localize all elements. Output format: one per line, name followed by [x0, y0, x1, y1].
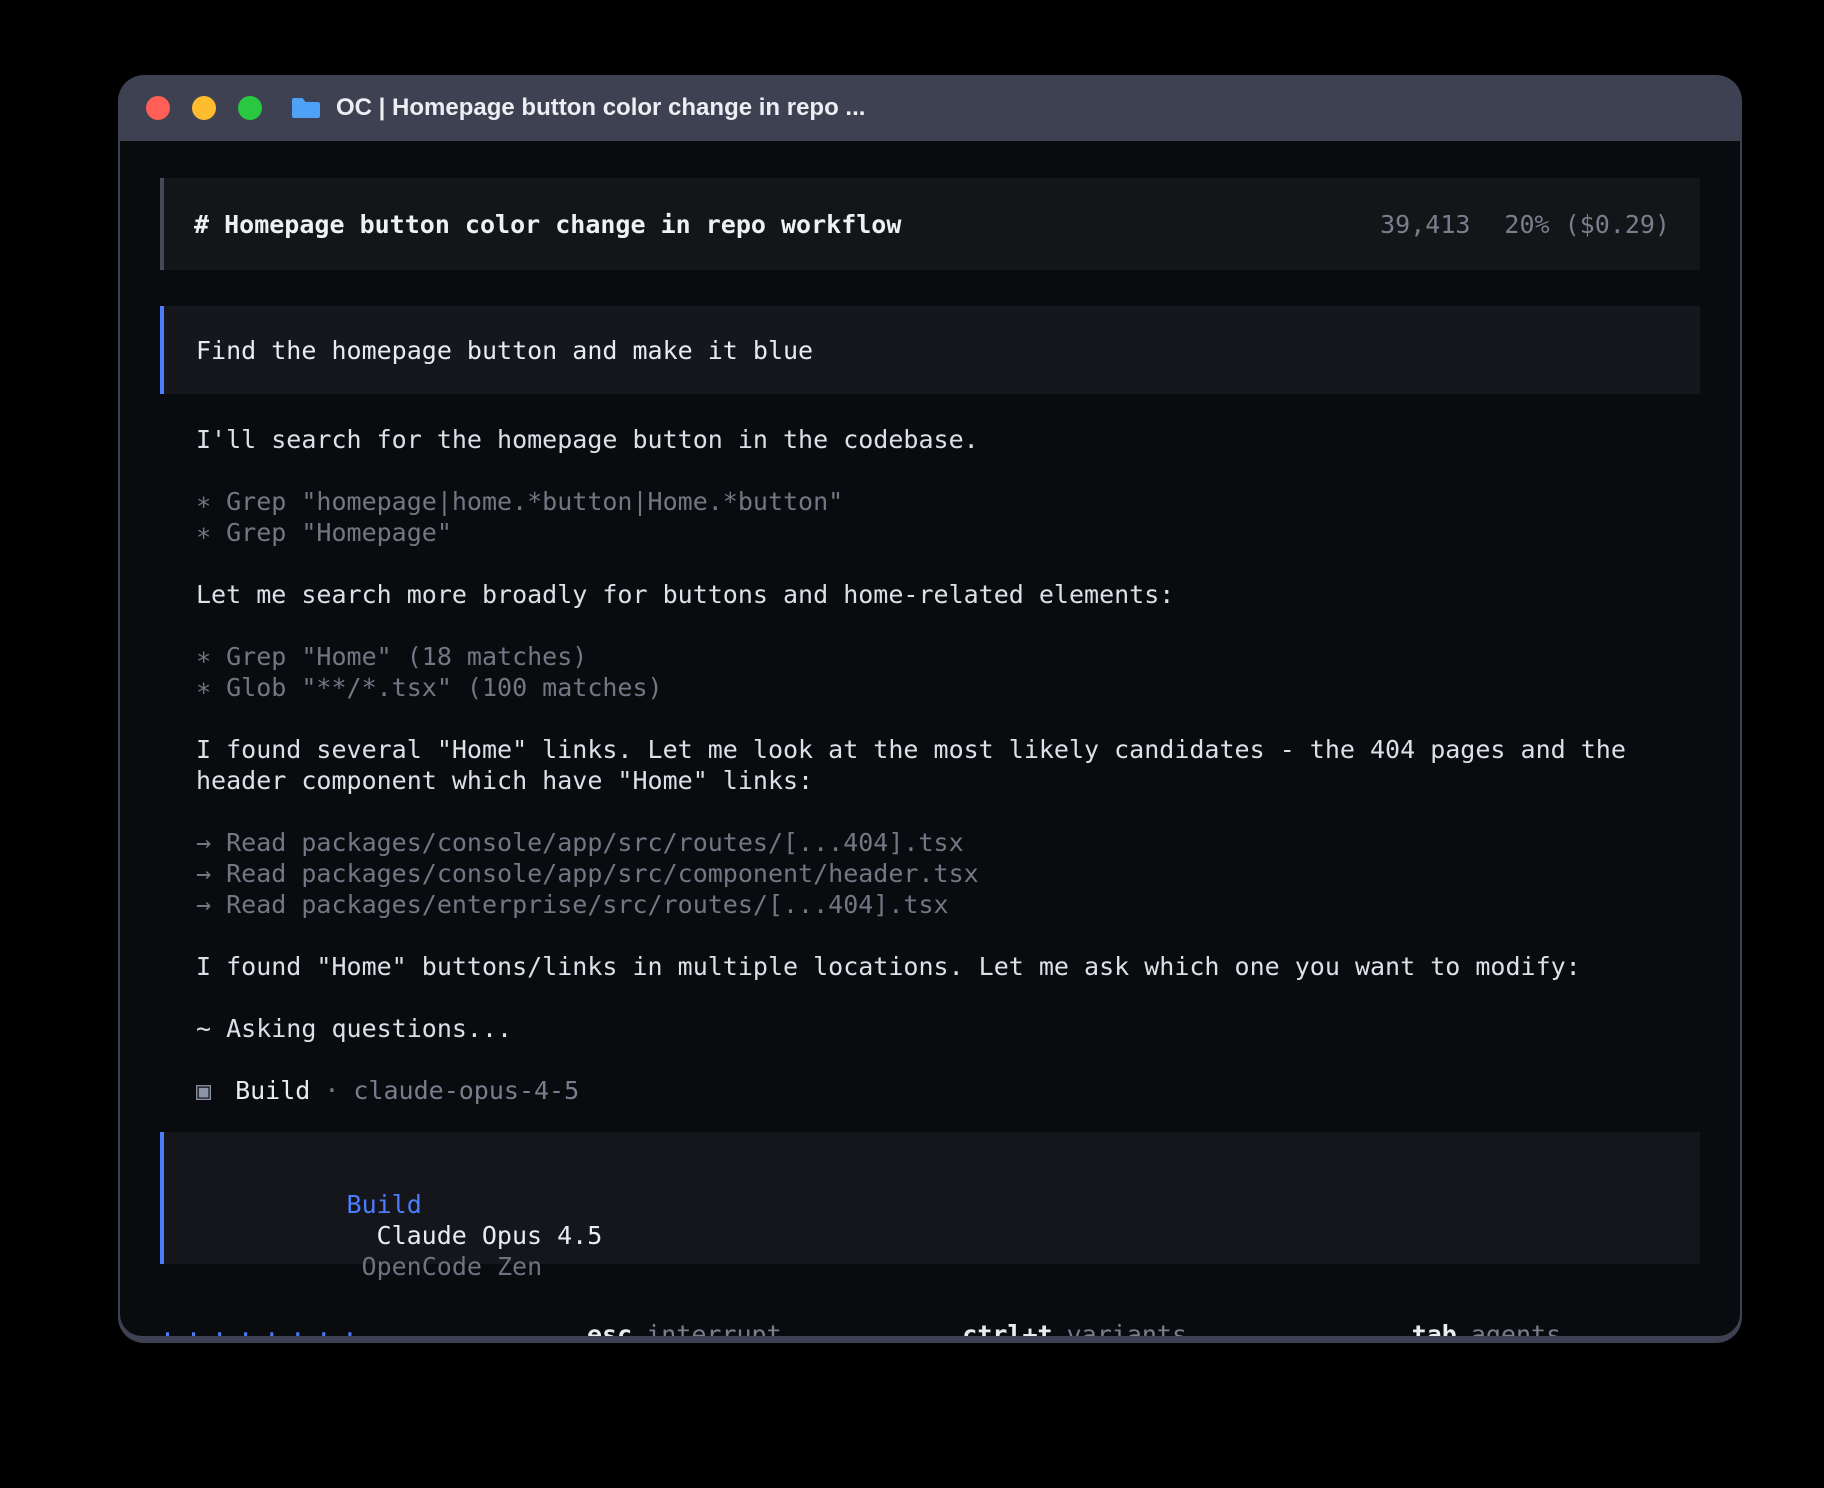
tool-call-read: → Read packages/enterprise/src/routes/[.…: [196, 889, 1700, 920]
provider-label: OpenCode Zen: [362, 1252, 543, 1281]
desktop: OC | Homepage button color change in rep…: [0, 0, 1824, 1488]
zoom-button[interactable]: [238, 96, 262, 120]
hint-key: esc: [587, 1320, 632, 1336]
window-title-group: OC | Homepage button color change in rep…: [290, 94, 865, 122]
hint-variants: ctrl+t variants: [782, 1288, 1187, 1336]
tool-call-grep: ∗ Grep "Homepage": [196, 517, 1700, 548]
agent-icon: ▣: [196, 1075, 211, 1106]
tool-call-grep: ∗ Grep "homepage|home.*button|Home.*butt…: [196, 486, 1700, 517]
traffic-lights: [120, 96, 262, 120]
status-bar-right: ctrl+t variants tab agents ctrl+pcommands: [782, 1288, 1740, 1336]
tool-call-read: → Read packages/console/app/src/componen…: [196, 858, 1700, 889]
assistant-text: I found several "Home" links. Let me loo…: [196, 734, 1700, 796]
blank-line: [196, 982, 1700, 1013]
blank-line: [196, 610, 1700, 641]
terminal-window: OC | Homepage button color change in rep…: [118, 75, 1742, 1343]
blank-line: [196, 920, 1700, 951]
status-bar: ········ esc interrupt ctrl+t variants tab…: [160, 1288, 1700, 1336]
prompt-input[interactable]: Build Claude Opus 4.5 OpenCode Zen: [160, 1132, 1700, 1264]
hint-label: variants: [1067, 1320, 1187, 1336]
session-title: # Homepage button color change in repo w…: [194, 209, 901, 240]
hint-label: interrupt: [646, 1320, 781, 1336]
conversation: I'll search for the homepage button in t…: [160, 424, 1700, 1106]
asking-questions-status: ~ Asking questions...: [196, 1013, 1700, 1044]
blank-line: [196, 455, 1700, 486]
window-title: OC | Homepage button color change in rep…: [336, 94, 865, 122]
window-titlebar[interactable]: OC | Homepage button color change in rep…: [120, 75, 1740, 141]
spinner-dots-icon: ········: [160, 1319, 368, 1336]
folder-icon: [290, 95, 322, 121]
hint-label: agents: [1471, 1320, 1561, 1336]
blank-line: [196, 703, 1700, 734]
mode-label[interactable]: Build: [347, 1190, 422, 1219]
token-count: 39,413: [1380, 209, 1470, 240]
hint-agents: tab agents: [1231, 1288, 1561, 1336]
tool-call-glob: ∗ Glob "**/*.tsx" (100 matches): [196, 672, 1700, 703]
assistant-text: I found "Home" buttons/links in multiple…: [196, 951, 1700, 982]
close-button[interactable]: [146, 96, 170, 120]
blank-line: [196, 548, 1700, 579]
tool-call-read: → Read packages/console/app/src/routes/[…: [196, 827, 1700, 858]
agent-status-line: ▣ Build · claude-opus-4-5: [196, 1075, 1700, 1106]
hint-key: ctrl+t: [962, 1320, 1052, 1336]
hint-commands: ctrl+pcommands: [1605, 1288, 1740, 1336]
hint-key: tab: [1412, 1320, 1457, 1336]
user-message-text: Find the homepage button and make it blu…: [196, 335, 813, 366]
blank-line: [196, 1044, 1700, 1075]
model-label: Claude Opus 4.5: [377, 1221, 603, 1250]
assistant-text: I'll search for the homepage button in t…: [196, 424, 1700, 455]
agent-name: Build: [235, 1075, 310, 1106]
session-stats: 39,413 20% ($0.29): [1380, 209, 1670, 240]
context-usage: 20% ($0.29): [1504, 209, 1670, 240]
status-bar-left: ········ esc interrupt: [160, 1288, 782, 1336]
separator-dot: ·: [324, 1075, 339, 1106]
session-header: # Homepage button color change in repo w…: [160, 178, 1700, 270]
blank-line: [196, 796, 1700, 827]
hint-interrupt: esc interrupt: [406, 1288, 781, 1336]
terminal-content: # Homepage button color change in repo w…: [120, 141, 1740, 1336]
tool-call-grep: ∗ Grep "Home" (18 matches): [196, 641, 1700, 672]
assistant-text: Let me search more broadly for buttons a…: [196, 579, 1700, 610]
user-message: Find the homepage button and make it blu…: [160, 306, 1700, 394]
minimize-button[interactable]: [192, 96, 216, 120]
agent-model: claude-opus-4-5: [353, 1075, 579, 1106]
